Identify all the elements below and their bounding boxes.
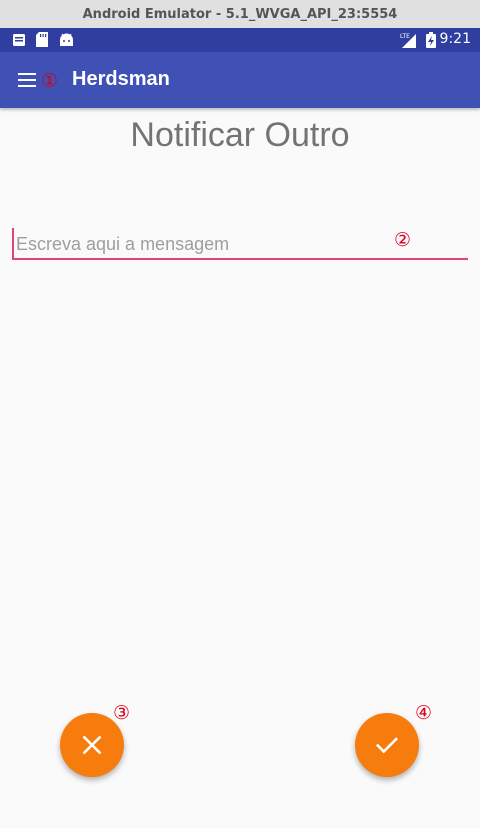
android-icon [59, 32, 74, 51]
app-toolbar: ① Herdsman [0, 52, 480, 108]
lte-signal-icon: LTE [400, 32, 416, 52]
annotation-marker-3: ③ [113, 702, 131, 724]
emulator-window-title: Android Emulator - 5.1_WVGA_API_23:5554 [0, 0, 480, 28]
status-bar: LTE 9:21 [0, 28, 480, 52]
close-icon [82, 735, 102, 755]
annotation-marker-2: ② [394, 229, 412, 251]
hamburger-menu-icon[interactable] [12, 66, 42, 94]
check-icon [375, 737, 399, 754]
battery-charging-icon [426, 32, 436, 52]
toolbar-title: Herdsman [72, 68, 170, 90]
page-title: Notificar Outro [130, 116, 350, 154]
confirm-button[interactable] [355, 713, 419, 777]
annotation-marker-1: ① [41, 70, 59, 92]
annotation-marker-4: ④ [415, 702, 433, 724]
svg-text:LTE: LTE [400, 33, 410, 40]
sd-card-icon [36, 32, 48, 51]
status-time: 9:21 [439, 31, 471, 47]
notification-card-icon [12, 32, 26, 51]
